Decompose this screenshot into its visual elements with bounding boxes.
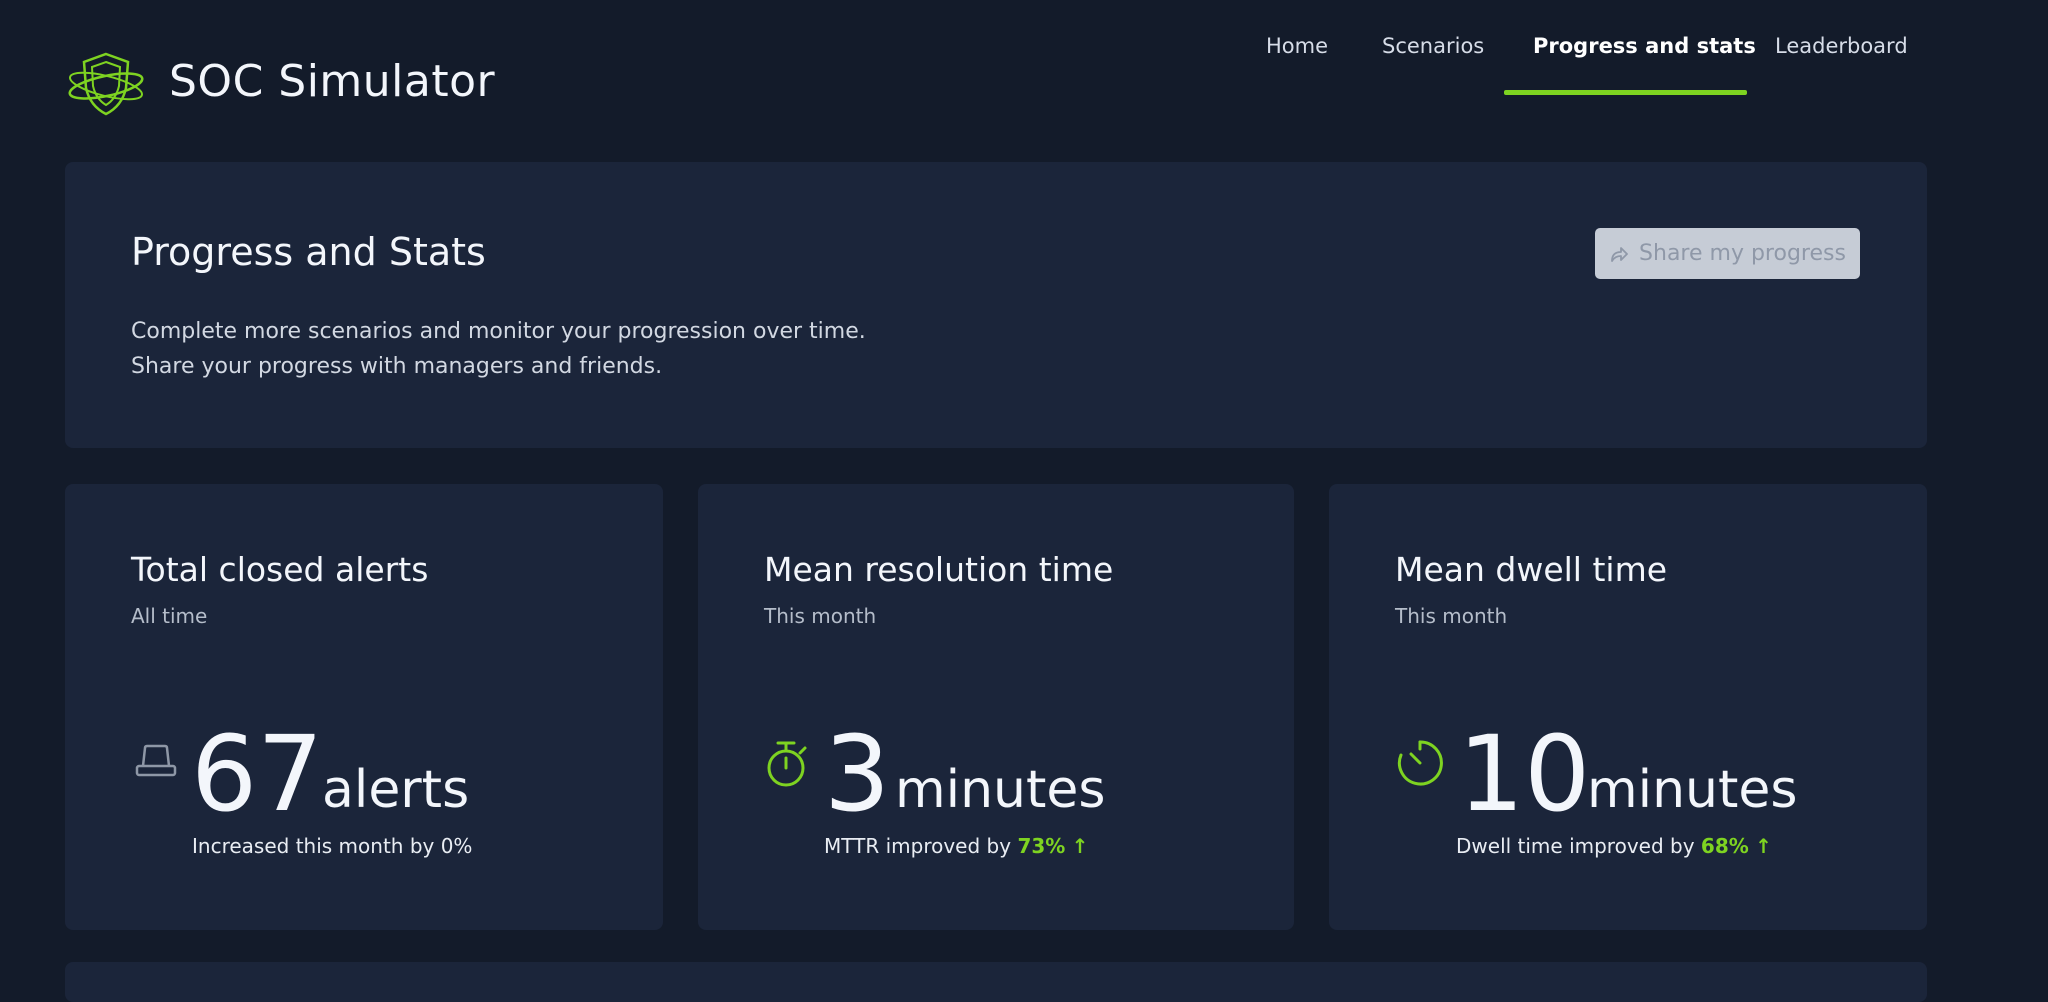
nav-home[interactable]: Home xyxy=(1266,34,1328,94)
progress-hero-card: Progress and Stats Complete more scenari… xyxy=(65,162,1927,448)
stat-title: Mean resolution time xyxy=(764,550,1114,589)
stopwatch-icon xyxy=(767,741,807,787)
description-line-2: Share your progress with managers and fr… xyxy=(131,354,663,379)
shield-orbit-icon[interactable] xyxy=(66,50,146,118)
stat-subtitle: This month xyxy=(764,604,877,628)
siren-icon xyxy=(135,744,177,777)
stat-card-mean-dwell-time: Mean dwell time This month 10 minutes Dw… xyxy=(1329,484,1927,930)
stat-note: Dwell time improved by 68% ↑ xyxy=(1456,834,1772,858)
share-progress-button[interactable]: Share my progress xyxy=(1595,228,1860,279)
stat-note: Increased this month by 0% xyxy=(192,834,472,858)
stat-unit: minutes xyxy=(1587,760,1798,820)
nav-scenarios[interactable]: Scenarios xyxy=(1382,34,1484,94)
stat-card-total-closed-alerts: Total closed alerts All time 67 alerts I… xyxy=(65,484,663,930)
stat-title: Total closed alerts xyxy=(131,550,429,589)
stat-note-text: Increased this month by xyxy=(192,834,435,858)
stat-note-percent: 68% xyxy=(1700,834,1749,858)
share-arrow-icon xyxy=(1611,246,1628,262)
description-line-1: Complete more scenarios and monitor your… xyxy=(131,319,866,344)
top-header: SOC Simulator Home Scenarios Progress an… xyxy=(0,0,2048,160)
stat-value: 3 xyxy=(824,713,891,835)
share-button-label: Share my progress xyxy=(1639,241,1846,266)
stat-card-mean-resolution-time: Mean resolution time This month 3 minute… xyxy=(698,484,1294,930)
stat-title: Mean dwell time xyxy=(1395,550,1668,589)
stat-value: 67 xyxy=(191,713,324,835)
timer-icon xyxy=(1397,740,1443,786)
arrow-up-icon: ↑ xyxy=(1755,834,1772,858)
arrow-up-icon: ↑ xyxy=(1071,834,1089,858)
page-title: Progress and Stats xyxy=(131,230,486,274)
stat-unit: alerts xyxy=(322,760,470,820)
page-description: Complete more scenarios and monitor your… xyxy=(131,314,866,384)
nav-progress-and-stats[interactable]: Progress and stats xyxy=(1533,34,1756,94)
stat-unit: minutes xyxy=(895,760,1106,820)
stat-note: MTTR improved by 73% ↑ xyxy=(824,834,1088,858)
app-title[interactable]: SOC Simulator xyxy=(169,56,495,107)
nav-active-indicator xyxy=(1504,90,1747,95)
stat-note-percent: 73% xyxy=(1017,834,1066,858)
stat-value: 10 xyxy=(1458,713,1591,835)
stat-subtitle: This month xyxy=(1395,604,1508,628)
next-section-card xyxy=(65,962,1927,1002)
stat-note-text: MTTR improved by xyxy=(824,834,1012,858)
stat-note-text: Dwell time improved by xyxy=(1456,834,1695,858)
stat-subtitle: All time xyxy=(131,604,208,628)
nav-leaderboard[interactable]: Leaderboard xyxy=(1775,34,1908,94)
stat-note-percent: 0% xyxy=(440,834,473,858)
